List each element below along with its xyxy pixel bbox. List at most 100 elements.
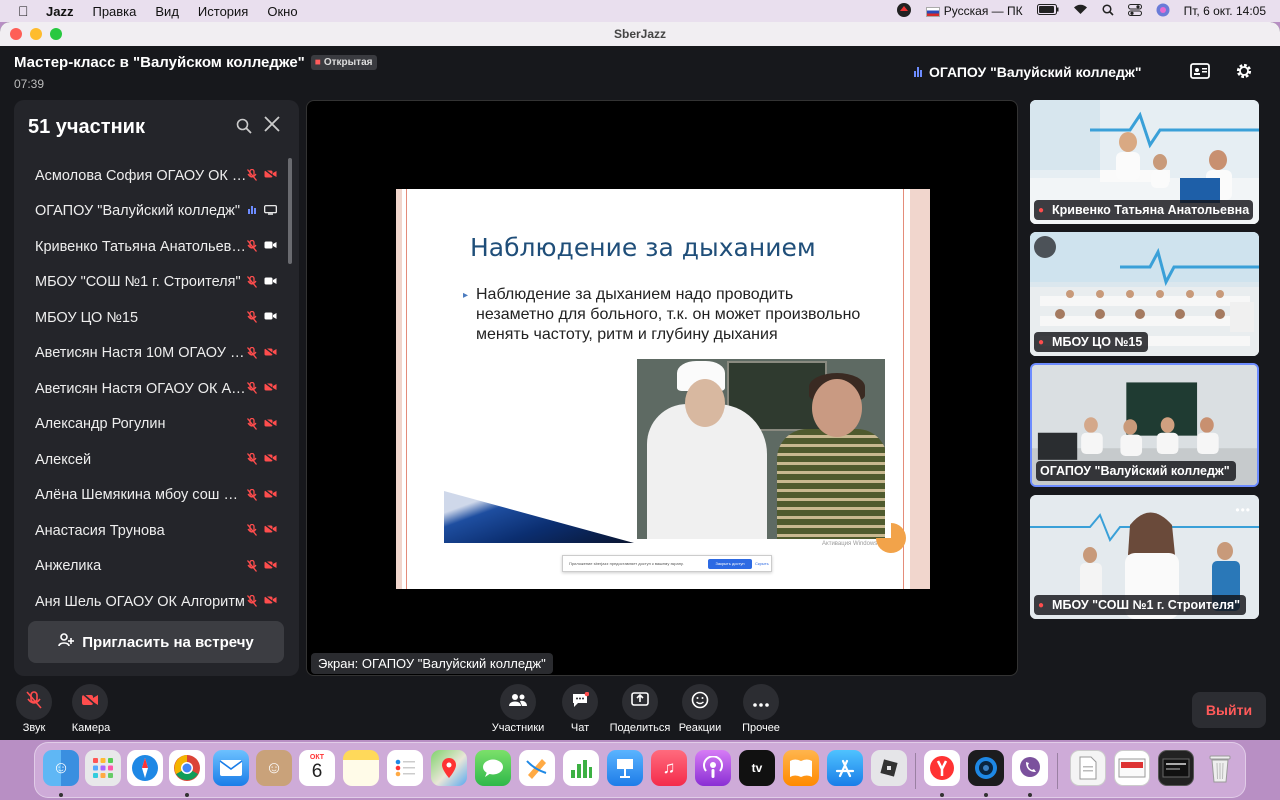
tile-more-icon[interactable]: ••• (1235, 503, 1251, 517)
meeting-title-row: Мастер-класс в "Валуйском колледже" ■ Отк… (14, 54, 378, 71)
notes-icon[interactable] (343, 750, 379, 786)
participants-button[interactable] (500, 684, 536, 720)
participant-row[interactable]: Анастасия Трунова (14, 513, 294, 549)
trash-icon[interactable] (1202, 750, 1238, 786)
tile-name: ОГАПОУ "Валуйский колледж" (1040, 464, 1230, 478)
camera-off-icon (263, 416, 278, 431)
screenshot-icon[interactable] (1114, 750, 1150, 786)
tv-icon[interactable]: tv (739, 750, 775, 786)
battery-icon[interactable] (1036, 4, 1059, 18)
search-icon[interactable] (236, 118, 252, 139)
control-center-icon[interactable] (1127, 3, 1142, 19)
numbers-icon[interactable] (563, 750, 599, 786)
sberjazz-status-icon[interactable] (896, 2, 912, 21)
more-button[interactable] (743, 684, 779, 720)
spotlight-icon[interactable] (1102, 3, 1114, 19)
flag-icon (925, 6, 940, 17)
keynote-icon[interactable] (607, 750, 643, 786)
contacts-icon[interactable]: ☺ (256, 750, 292, 786)
siri-icon[interactable] (1156, 3, 1170, 20)
close-icon[interactable] (264, 115, 280, 138)
camera-off-icon (263, 168, 278, 182)
participant-row[interactable]: Аветисян Настя ОГАОУ ОК Алгоритм (14, 371, 294, 407)
participant-name: Алёна Шемякина мбоу сош №1 (35, 487, 247, 504)
mail-icon[interactable] (213, 750, 249, 786)
window-icon[interactable] (1158, 750, 1194, 786)
calendar-icon[interactable]: ОКТ 6 (299, 750, 335, 786)
menu-edit[interactable]: Правка (92, 4, 136, 19)
slide-left-border (406, 189, 407, 589)
participant-row[interactable]: Александр Рогулин (14, 407, 294, 443)
chrome-icon[interactable] (169, 750, 205, 786)
maps-icon[interactable] (431, 750, 467, 786)
reactions-button[interactable] (682, 684, 718, 720)
video-tile[interactable]: ● Кривенко Татьяна Анатольевна (1030, 100, 1259, 224)
books-icon[interactable] (783, 750, 819, 786)
participant-name: Алексей (35, 451, 92, 468)
camera-button[interactable] (72, 684, 108, 720)
menubar-clock[interactable]: Пт, 6 окт. 14:05 (1184, 4, 1266, 18)
menu-bar:  Jazz Правка Вид История Окно Русская —… (0, 0, 1280, 22)
active-speaker: ОГАПОУ "Валуйский колледж" (914, 64, 1141, 80)
mic-off-icon: ● (1038, 336, 1045, 348)
mic-off-icon (246, 523, 258, 539)
settings-gear-icon[interactable] (1233, 62, 1255, 84)
yandex-icon[interactable] (924, 750, 960, 786)
freeform-icon[interactable] (519, 750, 555, 786)
podcasts-icon[interactable] (695, 750, 731, 786)
participant-row[interactable]: Аня Шель ОГАОУ ОК Алгоритм (14, 584, 294, 618)
document-icon[interactable] (1070, 750, 1106, 786)
participant-list-scrollbar[interactable] (288, 158, 292, 264)
finder-icon[interactable]: ☺ (43, 750, 79, 786)
tile-name-label: ● МБОУ ЦО №15 (1034, 332, 1149, 352)
tile-name-label: ОГАПОУ "Валуйский колледж" (1036, 461, 1236, 481)
participant-row[interactable]: Кривенко Татьяна Анатольевна (14, 229, 294, 265)
mic-off-icon (246, 559, 258, 575)
menu-window[interactable]: Окно (267, 4, 297, 19)
share-button[interactable] (622, 684, 658, 720)
participant-row[interactable]: ОГАПОУ "Валуйский колледж" (14, 194, 294, 230)
app-store-icon[interactable] (827, 750, 863, 786)
meeting-timer: 07:39 (14, 77, 45, 91)
video-tile[interactable]: ● МБОУ ЦО №15 (1030, 232, 1259, 356)
leave-meeting-button[interactable]: Выйти (1192, 692, 1266, 728)
participant-row[interactable]: Асмолова София ОГАОУ ОК Алгоритм (14, 158, 294, 194)
participant-row[interactable]: Алексей (14, 442, 294, 478)
invite-button[interactable]: Пригласить на встречу (28, 621, 284, 663)
video-tile-active[interactable]: ОГАПОУ "Валуйский колледж" (1030, 363, 1259, 487)
dock-separator (915, 753, 916, 789)
menu-view[interactable]: Вид (155, 4, 179, 19)
more-label: Прочее (742, 722, 780, 734)
sound-button[interactable] (16, 684, 52, 720)
participant-list[interactable]: Асмолова София ОГАОУ ОК Алгоритм ОГАПОУ "… (14, 158, 294, 618)
badge-label: Открытая (323, 57, 373, 68)
chat-button[interactable] (562, 684, 598, 720)
participant-row[interactable]: МБОУ ЦО №15 (14, 300, 294, 336)
apple-icon[interactable]:  (18, 3, 32, 19)
viber-icon[interactable] (1012, 750, 1048, 786)
wifi-icon[interactable] (1073, 4, 1088, 18)
input-source[interactable]: Русская — ПК (925, 4, 1023, 18)
reminders-icon[interactable] (387, 750, 423, 786)
mic-off-icon (246, 346, 258, 362)
menu-app[interactable]: Jazz (46, 4, 73, 19)
menu-history[interactable]: История (198, 4, 248, 19)
safari-icon[interactable] (127, 750, 163, 786)
roblox-icon[interactable] (871, 750, 907, 786)
participant-name: Анжелика (35, 558, 102, 575)
screen-share-stage[interactable]: Наблюдение за дыханием ▸ Наблюдение за д… (306, 100, 1018, 676)
participant-name: Кривенко Татьяна Анатольевна (35, 238, 247, 255)
launchpad-icon[interactable] (85, 750, 121, 786)
messages-icon[interactable] (475, 750, 511, 786)
hide-notice-link[interactable]: Скрыть (755, 561, 769, 566)
layout-icon[interactable] (1189, 62, 1211, 84)
camera-app-icon[interactable] (968, 750, 1004, 786)
camera-icon (264, 311, 277, 324)
participant-row[interactable]: Алёна Шемякина мбоу сош №1 (14, 478, 294, 514)
video-tile[interactable]: ••• ● МБОУ "СОШ №1 г. Строителя" (1030, 495, 1259, 619)
stop-sharing-button[interactable]: Закрыть доступ (708, 559, 752, 569)
participant-row[interactable]: Аветисян Настя 10М ОГАОУ ОК (14, 336, 294, 372)
music-icon[interactable]: ♫ (651, 750, 687, 786)
participant-row[interactable]: Анжелика (14, 549, 294, 585)
participant-row[interactable]: МБОУ "СОШ №1 г. Строителя" (14, 265, 294, 301)
